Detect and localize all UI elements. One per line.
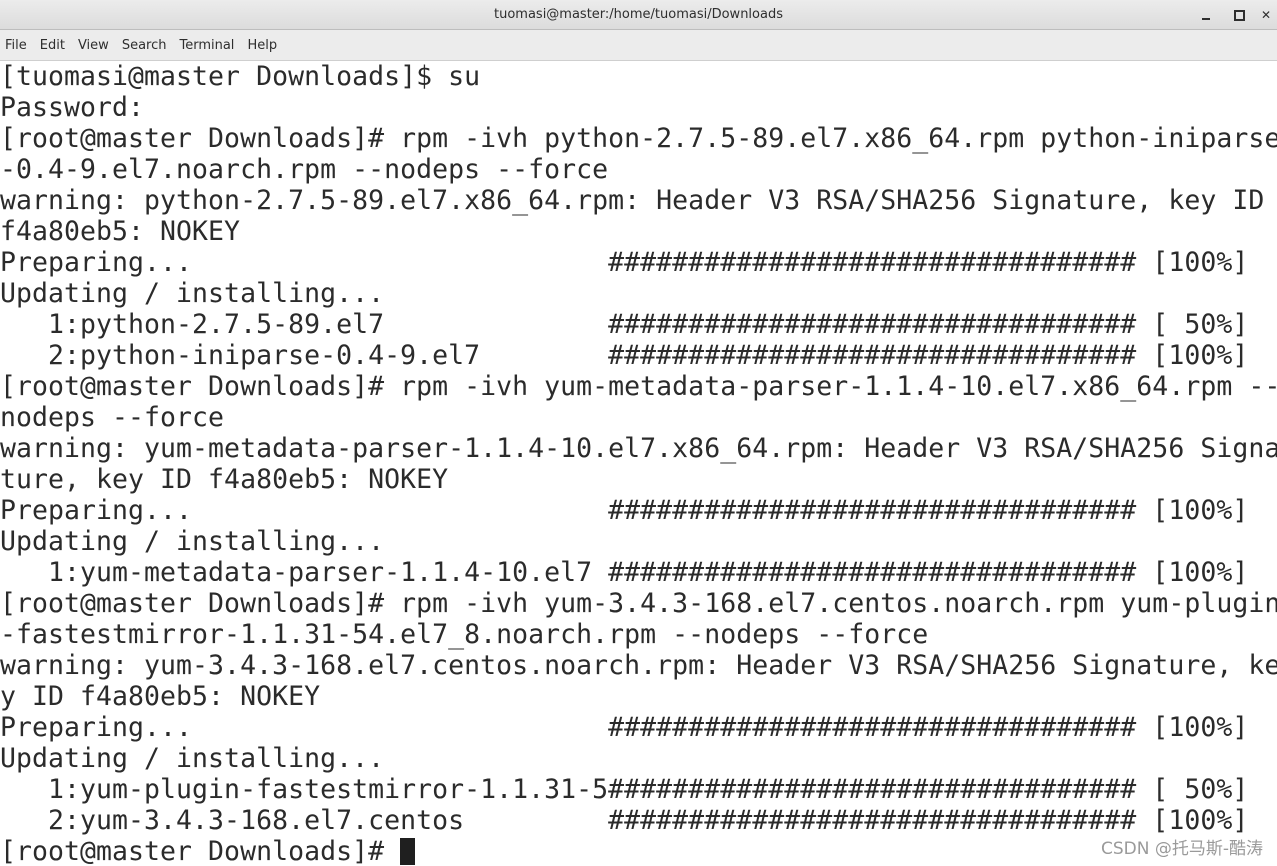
- window-title: tuomasi@master:/home/tuomasi/Downloads: [494, 7, 783, 22]
- terminal-line: warning: python-2.7.5-89.el7.x86_64.rpm:…: [0, 185, 1277, 216]
- minimize-icon: [1202, 18, 1210, 20]
- terminal-line: Preparing... ###########################…: [0, 712, 1249, 743]
- terminal-line: 2:yum-3.4.3-168.el7.centos #############…: [0, 805, 1249, 836]
- terminal-line: Preparing... ###########################…: [0, 247, 1249, 278]
- minimize-button[interactable]: [1196, 5, 1216, 25]
- terminal-line: 1:yum-metadata-parser-1.1.4-10.el7 #####…: [0, 557, 1249, 588]
- terminal-line: Updating / installing...: [0, 743, 385, 774]
- terminal-line: 1:python-2.7.5-89.el7 ##################…: [0, 309, 1249, 340]
- terminal-line: [root@master Downloads]# rpm -ivh python…: [0, 123, 1277, 154]
- terminal-window: tuomasi@master:/home/tuomasi/Downloads ✕…: [0, 0, 1277, 866]
- terminal-line: warning: yum-metadata-parser-1.1.4-10.el…: [0, 433, 1277, 464]
- terminal-output[interactable]: [tuomasi@master Downloads]$ su Password:…: [0, 61, 1277, 866]
- terminal-prompt-line[interactable]: [root@master Downloads]#: [0, 836, 416, 866]
- terminal-line: [tuomasi@master Downloads]$ su: [0, 61, 481, 92]
- menu-search[interactable]: Search: [122, 38, 167, 53]
- terminal-line: [root@master Downloads]# rpm -ivh yum-me…: [0, 371, 1277, 402]
- close-icon: ✕: [1260, 8, 1272, 22]
- terminal-line: f4a80eb5: NOKEY: [0, 216, 241, 247]
- menu-edit[interactable]: Edit: [40, 38, 65, 53]
- terminal-line: Password:: [0, 92, 145, 123]
- terminal-line: Updating / installing...: [0, 526, 385, 557]
- text-cursor: [400, 838, 416, 865]
- menu-terminal[interactable]: Terminal: [179, 38, 234, 53]
- menu-bar: File Edit View Search Terminal Help: [0, 30, 1277, 61]
- shell-prompt: [root@master Downloads]#: [0, 836, 401, 866]
- title-bar[interactable]: tuomasi@master:/home/tuomasi/Downloads ✕: [0, 0, 1277, 30]
- terminal-line: warning: yum-3.4.3-168.el7.centos.noarch…: [0, 650, 1277, 681]
- terminal-line: -0.4-9.el7.noarch.rpm --nodeps --force: [0, 154, 609, 185]
- terminal-line: y ID f4a80eb5: NOKEY: [0, 681, 321, 712]
- watermark: CSDN @托马斯-酷涛: [1100, 839, 1263, 859]
- close-button[interactable]: ✕: [1256, 5, 1276, 25]
- terminal-line: [root@master Downloads]# rpm -ivh yum-3.…: [0, 588, 1277, 619]
- menu-help[interactable]: Help: [247, 38, 277, 53]
- terminal-line: 2:python-iniparse-0.4-9.el7 ############…: [0, 340, 1249, 371]
- terminal-line: Preparing... ###########################…: [0, 495, 1249, 526]
- maximize-icon: [1233, 9, 1245, 21]
- menu-file[interactable]: File: [5, 38, 27, 53]
- terminal-line: 1:yum-plugin-fastestmirror-1.1.31-5#####…: [0, 774, 1249, 805]
- maximize-button[interactable]: [1229, 5, 1249, 25]
- menu-view[interactable]: View: [78, 38, 109, 53]
- terminal-line: Updating / installing...: [0, 278, 385, 309]
- terminal-line: -fastestmirror-1.1.31-54.el7_8.noarch.rp…: [0, 619, 929, 650]
- terminal-line: nodeps --force: [0, 402, 225, 433]
- terminal-line: ture, key ID f4a80eb5: NOKEY: [0, 464, 449, 495]
